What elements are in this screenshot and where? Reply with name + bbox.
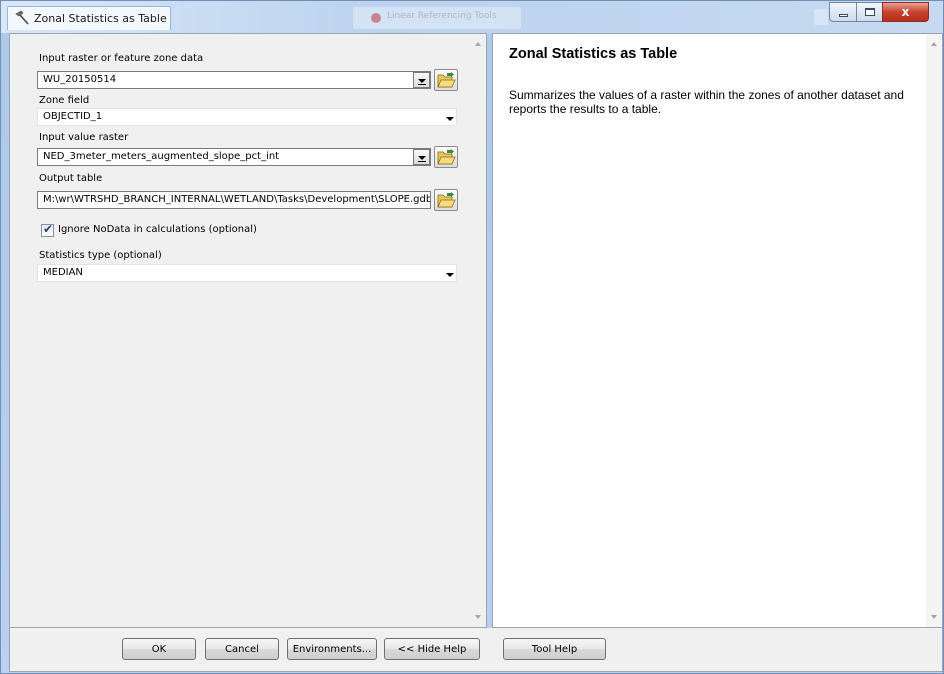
ignore-nodata-checkbox[interactable]: ✔ xyxy=(41,222,54,237)
environments-button[interactable]: Environments... xyxy=(287,638,377,660)
value-raster-browse-button[interactable] xyxy=(434,146,458,168)
input-raster-browse-button[interactable] xyxy=(434,69,458,91)
help-scrollbar[interactable] xyxy=(926,34,942,627)
output-table-input[interactable]: M:\wr\WTRSHD_BRANCH_INTERNAL\WETLAND\Tas… xyxy=(37,191,431,209)
close-icon: x xyxy=(901,5,910,19)
scroll-up-icon[interactable] xyxy=(475,42,481,46)
title-tab: Zonal Statistics as Table xyxy=(7,6,171,30)
background-tab-text: Linear Referencing Tools xyxy=(387,11,497,21)
scroll-down-icon[interactable] xyxy=(931,615,937,619)
open-folder-icon xyxy=(437,192,456,208)
chevron-down-icon xyxy=(418,156,426,160)
zone-field-chevron-down-icon[interactable] xyxy=(446,117,454,121)
maximize-button[interactable] xyxy=(856,2,883,22)
zone-field-label: Zone field xyxy=(39,95,90,106)
input-raster-dropdown-button[interactable] xyxy=(413,72,430,88)
background-window-tab: Linear Referencing Tools xyxy=(353,7,521,29)
statistics-type-chevron-down-icon[interactable] xyxy=(446,273,454,277)
value-raster-dropdown-button[interactable] xyxy=(413,149,430,165)
scroll-up-icon[interactable] xyxy=(931,42,937,46)
ignore-nodata-label[interactable]: Ignore NoData in calculations (optional) xyxy=(58,224,257,235)
maximize-icon xyxy=(864,8,875,16)
hide-help-button[interactable]: << Hide Help xyxy=(384,638,480,660)
help-description: Summarizes the values of a raster within… xyxy=(509,88,904,116)
tool-help-button[interactable]: Tool Help xyxy=(503,638,606,660)
statistics-type-label: Statistics type (optional) xyxy=(39,250,162,261)
toolbox-icon xyxy=(371,13,381,23)
input-raster-label: Input raster or feature zone data xyxy=(39,53,204,64)
background-window-button xyxy=(814,9,828,25)
parameters-panel: Input raster or feature zone data WU_201… xyxy=(9,33,487,628)
zone-field-value: OBJECTID_1 xyxy=(43,111,103,122)
hammer-icon xyxy=(15,10,29,25)
scroll-down-icon[interactable] xyxy=(475,615,481,619)
statistics-type-value: MEDIAN xyxy=(43,267,83,278)
minimize-button[interactable] xyxy=(829,2,857,22)
checkmark-icon: ✔ xyxy=(43,222,54,236)
input-raster-combobox[interactable]: WU_20150514 xyxy=(37,71,431,89)
value-raster-combobox[interactable]: NED_3meter_meters_augmented_slope_pct_in… xyxy=(37,148,431,166)
value-raster-value: NED_3meter_meters_augmented_slope_pct_in… xyxy=(43,151,280,162)
value-raster-label: Input value raster xyxy=(39,132,129,143)
tool-dialog-window: Zonal Statistics as Table Linear Referen… xyxy=(0,0,944,674)
open-folder-icon xyxy=(437,72,456,88)
output-table-value: M:\wr\WTRSHD_BRANCH_INTERNAL\WETLAND\Tas… xyxy=(43,194,431,205)
window-title: Zonal Statistics as Table xyxy=(34,12,167,25)
zone-field-select[interactable]: OBJECTID_1 xyxy=(37,108,457,126)
help-title: Zonal Statistics as Table xyxy=(509,46,678,62)
output-table-label: Output table xyxy=(39,173,103,184)
ok-button[interactable]: OK xyxy=(122,638,196,660)
parameters-scrollbar[interactable] xyxy=(470,34,486,627)
help-panel: Zonal Statistics as Table Summarizes the… xyxy=(492,33,943,628)
minimize-icon xyxy=(838,13,848,17)
cancel-button[interactable]: Cancel xyxy=(205,638,279,660)
title-bar[interactable]: Zonal Statistics as Table Linear Referen… xyxy=(1,1,943,33)
chevron-down-icon xyxy=(418,79,426,83)
button-bar: OK Cancel Environments... << Hide Help T… xyxy=(9,628,943,672)
statistics-type-select[interactable]: MEDIAN xyxy=(37,264,457,282)
open-folder-icon xyxy=(437,149,456,165)
output-table-browse-button[interactable] xyxy=(434,189,458,211)
input-raster-value: WU_20150514 xyxy=(43,74,117,85)
close-button[interactable]: x xyxy=(882,2,929,22)
